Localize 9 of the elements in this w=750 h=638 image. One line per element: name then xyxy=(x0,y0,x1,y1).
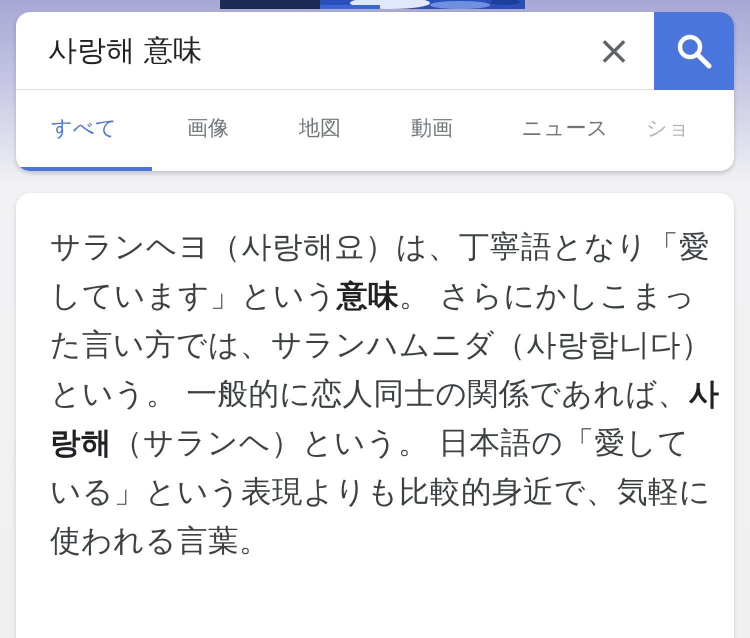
search-button[interactable] xyxy=(654,12,734,90)
tab[interactable]: 地図 xyxy=(264,90,376,171)
tab[interactable]: 動画 xyxy=(376,90,488,171)
clear-button[interactable]: × xyxy=(574,12,654,90)
tab[interactable]: 画像 xyxy=(152,90,264,171)
answer-text: サランヘヨ（사랑해요）は、丁寧語となり「愛しています」という意味。 さらにかしこまった言い方では、サランハムニダ（사랑합니다）という。 一般的に恋人同士の関係であれば、사랑해（サランヘ）という。 日本語の「愛している」という表現よりも比較的身近で、気軽に使われる言葉。 xyxy=(50,229,720,561)
search-field[interactable]: 사랑해 意味 xyxy=(16,28,574,72)
tab[interactable]: ニュース xyxy=(488,90,642,171)
tab[interactable]: すべて xyxy=(16,90,152,171)
